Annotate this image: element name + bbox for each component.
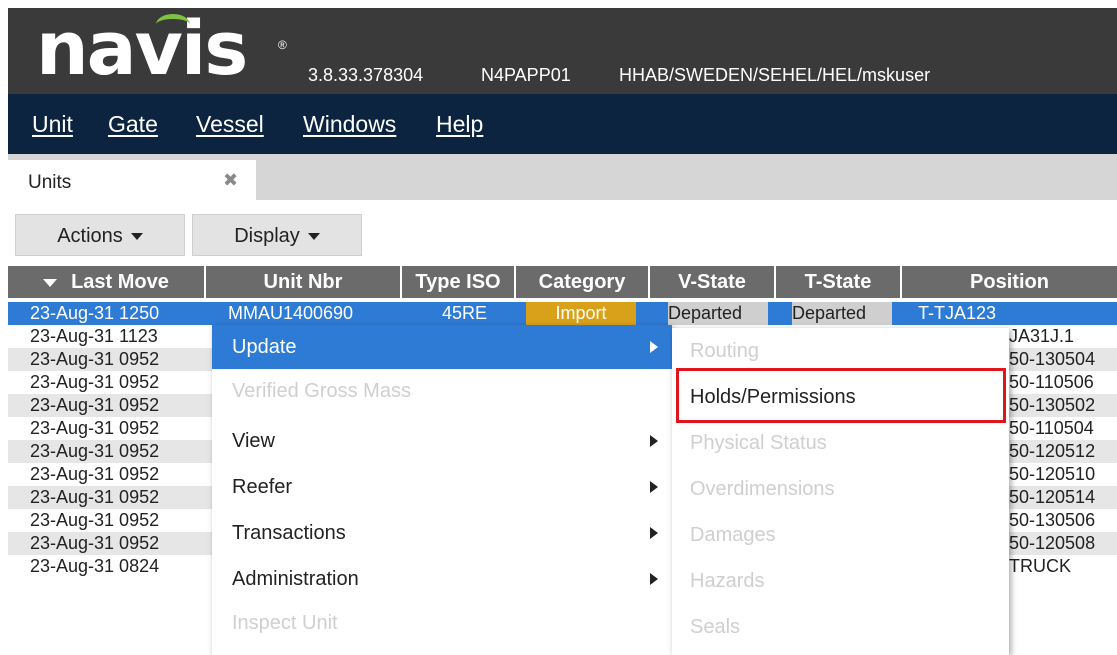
cell-position: 50-130504 [1009, 349, 1096, 369]
cell-last-move: 23-Aug-31 1250 [30, 303, 160, 323]
submenu-arrow-icon [650, 527, 658, 539]
highlight-box [676, 368, 1006, 423]
col-v-state[interactable]: V-State [650, 266, 776, 298]
caret-down-icon [130, 233, 143, 241]
cell-position: TRUCK [1009, 556, 1071, 576]
cell-position: 50-130502 [1009, 395, 1096, 415]
submenu-arrow-icon [650, 481, 658, 493]
context-menu: Update Verified Gross Mass View Reefer T… [212, 325, 672, 655]
menu-unit[interactable]: Unit [32, 111, 73, 138]
cell-position: 50-120512 [1009, 441, 1096, 461]
cell-last-move: 23-Aug-31 1123 [30, 326, 158, 346]
logo-arc [156, 14, 190, 35]
tab-bar: Units ✖ [8, 154, 1117, 200]
toolbar: Actions Display [8, 200, 1117, 264]
menu-bar: Unit Gate Vessel Windows Help [8, 94, 1117, 154]
menu-item-label: Inspect Unit [232, 612, 338, 634]
close-icon[interactable]: ✖ [223, 170, 238, 191]
menu-help[interactable]: Help [436, 111, 483, 138]
cell-last-move: 23-Aug-31 0952 [30, 510, 160, 530]
menu-item-label: Transactions [232, 522, 346, 544]
actions-label: Actions [57, 225, 123, 247]
col-type-iso[interactable]: Type ISO [402, 266, 516, 298]
cell-t-state: Departed [792, 302, 892, 325]
cell-position: JA31J.1 [1009, 326, 1075, 346]
cell-last-move: 23-Aug-31 0952 [30, 533, 160, 553]
cell-position: 50-120510 [1009, 464, 1096, 484]
menu-item-inspect-unit[interactable]: Inspect Unit [212, 601, 672, 645]
logo-registered-mark: ® [278, 38, 287, 52]
submenu-item-seals[interactable]: Seals [672, 604, 1009, 650]
cell-last-move: 23-Aug-31 0952 [30, 441, 160, 461]
menu-item-administration[interactable]: Administration [212, 557, 672, 601]
col-last-move[interactable]: Last Move [8, 266, 206, 298]
menu-item-reefer[interactable]: Reefer [212, 465, 672, 509]
cell-last-move: 23-Aug-31 0952 [30, 372, 160, 392]
cell-position: 50-110504 [1009, 418, 1094, 438]
col-category[interactable]: Category [516, 266, 650, 298]
cell-last-move: 23-Aug-31 0952 [30, 395, 160, 415]
menu-item-update[interactable]: Update [212, 325, 672, 369]
cell-position: 50-110506 [1009, 372, 1094, 392]
submenu-arrow-icon [650, 435, 658, 447]
cell-position: 50-120508 [1009, 533, 1096, 553]
app-header: navis ® 3.8.33.378304 N4PAPP01 HHAB/SWED… [8, 6, 1117, 94]
menu-windows[interactable]: Windows [303, 111, 396, 138]
cell-last-move: 23-Aug-31 0952 [30, 487, 160, 507]
server-label: N4PAPP01 [481, 65, 571, 85]
menu-item-label: Reefer [232, 476, 293, 498]
col-t-state[interactable]: T-State [776, 266, 902, 298]
menu-item-verified-gross-mass[interactable]: Verified Gross Mass [212, 369, 672, 413]
col-position[interactable]: Position [902, 266, 1117, 298]
menu-item-transactions[interactable]: Transactions [212, 511, 672, 555]
submenu-arrow-icon [650, 341, 658, 353]
scope-label: HHAB/SWEDEN/SEHEL/HEL/mskuser [619, 65, 931, 85]
menu-item-view[interactable]: View [212, 419, 672, 463]
submenu-arrow-icon [650, 573, 658, 585]
submenu-item-damages[interactable]: Damages [672, 512, 1009, 558]
table-row[interactable]: 23-Aug-31 1250 MMAU1400690 45RE Import D… [8, 302, 1117, 325]
menu-vessel[interactable]: Vessel [196, 111, 264, 138]
version-label: 3.8.33.378304 [308, 65, 424, 85]
caret-down-icon [307, 233, 320, 241]
submenu-item-hazards[interactable]: Hazards [672, 558, 1009, 604]
menu-item-label: Verified Gross Mass [232, 380, 411, 402]
submenu-item-overdimensions[interactable]: Overdimensions [672, 466, 1009, 512]
navis-logo: navis [36, 6, 248, 92]
cell-unit-nbr: MMAU1400690 [228, 303, 354, 323]
submenu-item-physical-status[interactable]: Physical Status [672, 420, 1009, 466]
cell-last-move: 23-Aug-31 0952 [30, 349, 160, 369]
cell-position: 50-120514 [1009, 487, 1096, 507]
sort-desc-icon [43, 278, 58, 287]
cell-position: 50-130506 [1009, 510, 1096, 530]
cell-last-move: 23-Aug-31 0952 [30, 418, 160, 438]
display-button[interactable]: Display [192, 214, 362, 256]
cell-last-move: 23-Aug-31 0824 [30, 556, 160, 576]
cell-type-iso: 45RE [442, 303, 488, 323]
menu-item-label: Update [232, 336, 297, 358]
cell-v-state: Departed [668, 302, 768, 325]
menu-item-label: Administration [232, 568, 359, 590]
display-label: Display [234, 225, 300, 247]
menu-item-label: View [232, 430, 275, 452]
col-unit-nbr[interactable]: Unit Nbr [206, 266, 402, 298]
cell-category: Import [526, 302, 636, 325]
cell-position: T-TJA123 [918, 303, 997, 323]
tab-units-label: Units [28, 172, 72, 193]
actions-button[interactable]: Actions [15, 214, 185, 256]
menu-gate[interactable]: Gate [108, 111, 158, 138]
tab-units[interactable]: Units ✖ [8, 160, 256, 200]
cell-last-move: 23-Aug-31 0952 [30, 464, 160, 484]
